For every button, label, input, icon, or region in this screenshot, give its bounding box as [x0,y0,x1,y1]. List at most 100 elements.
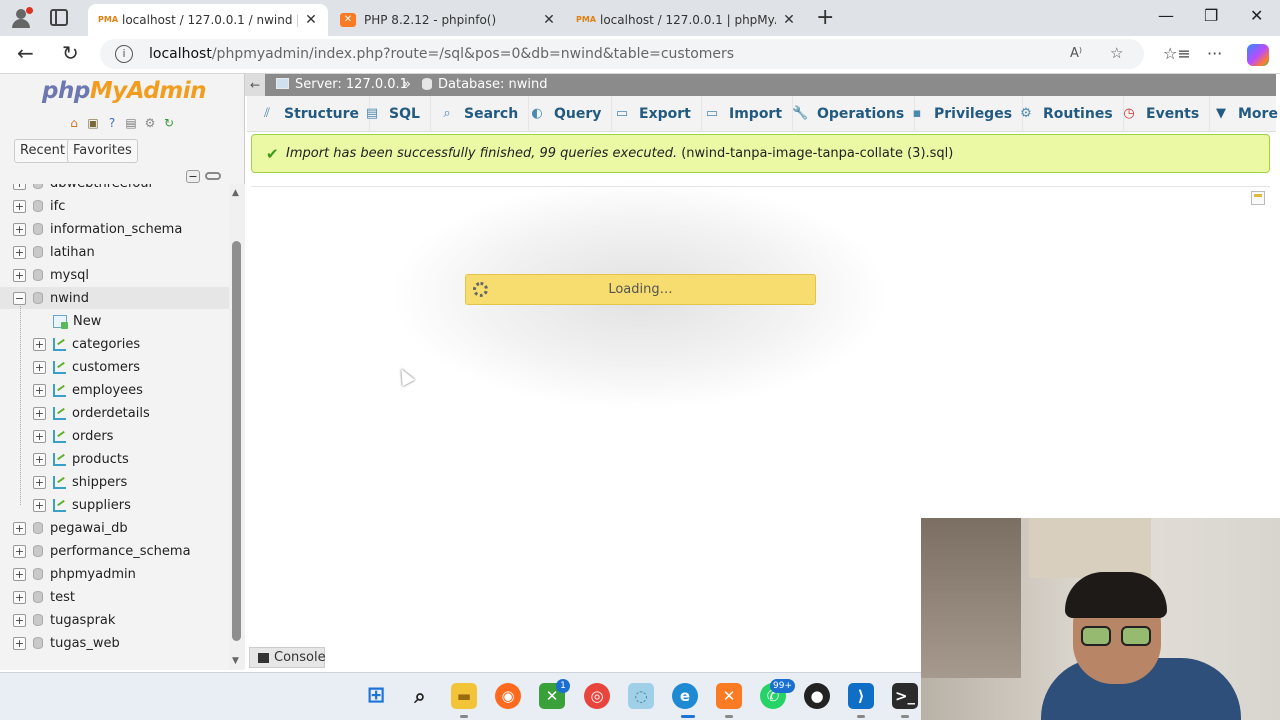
expand-icon[interactable]: + [33,337,46,351]
home-icon[interactable]: ⌂ [66,115,82,131]
photos-icon[interactable]: ◌ [628,683,654,709]
address-bar[interactable]: i localhost/phpmyadmin/index.php?route=/… [100,39,1144,69]
sidebar-scrollbar[interactable]: ▲ ▼ [229,184,245,670]
tab-structure[interactable]: ⫽ Structure [259,96,371,132]
back-icon[interactable]: ← [17,41,34,65]
favorites-button[interactable]: Favorites [67,139,138,163]
xampp-icon[interactable]: ✕ [716,683,742,709]
tab-actions-icon[interactable] [50,9,68,26]
browser-tab-pma-nwind[interactable]: PMA localhost / 127.0.0.1 / nwind | phpM… [88,4,328,36]
tab-query[interactable]: ◐ Query [529,96,613,132]
tree-table-employees[interactable]: + employees [0,379,143,401]
reload-icon[interactable]: ↻ [62,41,79,65]
expand-icon[interactable]: + [33,429,46,443]
docs-icon[interactable]: ▤ [123,115,139,131]
terminal-icon[interactable]: >_ [892,683,918,709]
tab-events[interactable]: ◷ Events [1121,96,1211,132]
help-icon[interactable]: ? [104,115,120,131]
browser-tab-pma-server[interactable]: PMA localhost / 127.0.0.1 | phpMyAdmin ✕ [566,4,806,36]
tree-db-phpmyadmin[interactable]: + phpmyadmin [0,563,136,585]
more-options-icon[interactable]: ··· [1207,44,1222,63]
tree-db-information_schema[interactable]: + information_schema [0,218,182,240]
link-with-main-icon[interactable] [205,172,221,180]
expand-icon[interactable]: + [13,199,26,213]
breadcrumb-server[interactable]: Server: 127.0.0.1 [276,77,408,92]
tab-sql[interactable]: ▤ SQL [364,96,431,132]
collapse-sidebar-icon[interactable]: ← [245,74,265,96]
expand-icon[interactable]: + [13,268,26,282]
success-text: Import has been successfully finished, 9… [286,146,678,161]
tree-db-ifc[interactable]: + ifc [0,195,65,217]
windows-start-icon[interactable]: ⊞ [363,683,389,709]
tab-search[interactable]: ⌕ Search [439,96,530,132]
close-icon[interactable]: ✕ [304,12,318,28]
tree-db-mysql[interactable]: + mysql [0,264,89,286]
expand-icon[interactable]: + [13,613,26,627]
expand-icon[interactable]: + [13,222,26,236]
profile-icon[interactable] [10,7,34,29]
expand-icon[interactable]: + [33,383,46,397]
vscode-icon[interactable]: ⟩ [848,683,874,709]
recent-button[interactable]: Recent [14,139,71,163]
tree-db-pegawai_db[interactable]: + pegawai_db [0,517,128,539]
expand-icon[interactable]: + [13,184,26,190]
expand-icon[interactable]: + [13,567,26,581]
url-text[interactable]: localhost/phpmyadmin/index.php?route=/sq… [149,46,734,62]
browser-tab-phpinfo[interactable]: ✕ PHP 8.2.12 - phpinfo() ✕ [330,4,566,36]
minimize-icon[interactable]: — [1158,6,1174,25]
expand-icon[interactable]: + [13,245,26,259]
close-window-icon[interactable]: ✕ [1250,6,1263,25]
tab-routines[interactable]: ⚙ Routines [1018,96,1124,132]
obs-icon[interactable]: ● [804,683,830,709]
tree-db-partial[interactable]: + dbwebthreefour [0,184,154,194]
collapse-icon[interactable]: − [13,291,26,305]
tree-table-orderdetails[interactable]: + orderdetails [0,402,150,424]
restore-icon[interactable]: ❐ [1204,6,1218,25]
chrome-icon[interactable]: ◎ [584,683,610,709]
console-toggle[interactable]: Console [249,647,326,668]
tree-db-tugasprak[interactable]: + tugasprak [0,609,115,631]
firefox-icon[interactable]: ◉ [495,683,521,709]
tree-db-tugas_web[interactable]: + tugas_web [0,632,120,654]
tree-db-performance_schema[interactable]: + performance_schema [0,540,191,562]
tab-privileges[interactable]: ▪ Privileges [909,96,1024,132]
expand-icon[interactable]: + [13,521,26,535]
expand-icon[interactable]: + [13,636,26,650]
close-icon[interactable]: ✕ [782,12,796,28]
settings-gear-icon[interactable]: ⚙ [142,115,158,131]
expand-icon[interactable]: + [33,498,46,512]
tab-export[interactable]: ▭ Export [614,96,702,132]
tree-new-table[interactable]: New [0,310,101,332]
copilot-icon[interactable] [1247,44,1269,66]
site-info-icon[interactable]: i [115,45,133,63]
collapse-all-icon[interactable]: − [186,170,200,183]
close-icon[interactable]: ✕ [542,12,556,28]
expand-icon[interactable]: + [33,360,46,374]
tree-table-customers[interactable]: + customers [0,356,140,378]
tree-db-nwind[interactable]: − nwind [0,287,230,309]
tree-table-categories[interactable]: + categories [0,333,140,355]
expand-icon[interactable]: + [33,475,46,489]
expand-icon[interactable]: + [33,406,46,420]
tab-import[interactable]: ▭ Import [704,96,794,132]
edge-icon[interactable]: e [672,683,698,709]
expand-icon[interactable]: + [33,452,46,466]
favorite-star-icon[interactable]: ☆ [1110,44,1123,62]
phpmyadmin-logo[interactable]: phpMyAdmin [42,78,206,104]
reload-nav-icon[interactable]: ↻ [161,115,177,131]
tab-operations[interactable]: 🔧 Operations [792,96,916,132]
tree-table-orders[interactable]: + orders [0,425,113,447]
tree-db-test[interactable]: + test [0,586,75,608]
page-settings-icon[interactable] [1251,191,1265,205]
logout-icon[interactable]: ▣ [85,115,101,131]
search-icon[interactable]: ⌕ [407,683,433,709]
read-aloud-icon[interactable]: A⁾ [1070,46,1082,61]
favorites-list-icon[interactable]: ☆≡ [1163,44,1191,63]
expand-icon[interactable]: + [13,590,26,604]
file-explorer-icon[interactable]: ▬ [451,683,477,709]
new-tab-icon[interactable]: + [816,5,834,30]
tab-more[interactable]: ▼ More [1213,96,1280,132]
expand-icon[interactable]: + [13,544,26,558]
breadcrumb-database[interactable]: Database: nwind [422,77,548,92]
tree-db-latihan[interactable]: + latihan [0,241,95,263]
